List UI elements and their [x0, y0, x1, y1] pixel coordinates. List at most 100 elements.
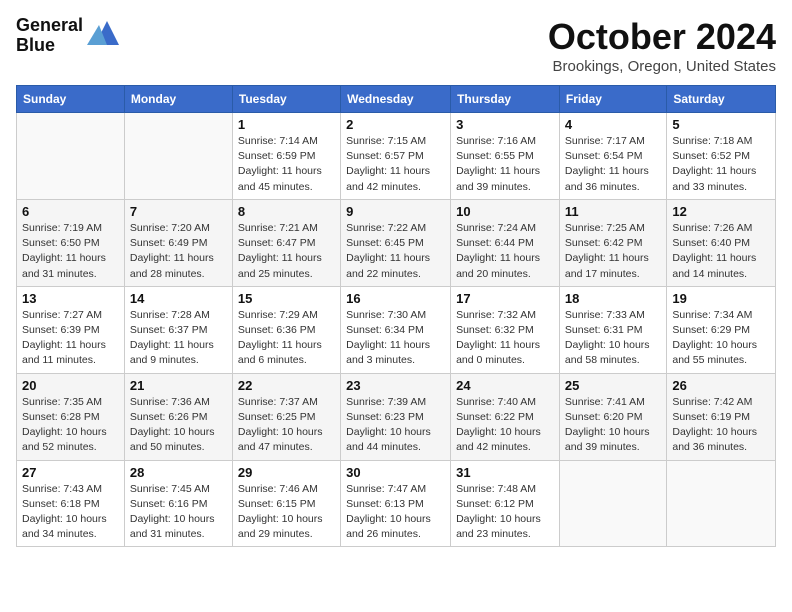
day-info: Sunrise: 7:16 AM Sunset: 6:55 PM Dayligh… [456, 134, 554, 195]
day-cell-6: 6 Sunrise: 7:19 AM Sunset: 6:50 PM Daylig… [17, 199, 125, 286]
day-cell-4: 4 Sunrise: 7:17 AM Sunset: 6:54 PM Daylig… [559, 113, 666, 200]
day-number: 6 [22, 204, 119, 219]
day-info: Sunrise: 7:22 AM Sunset: 6:45 PM Dayligh… [346, 221, 445, 282]
day-number: 14 [130, 291, 227, 306]
day-number: 10 [456, 204, 554, 219]
day-cell-30: 30 Sunrise: 7:47 AM Sunset: 6:13 PM Dayli… [341, 460, 451, 547]
day-number: 30 [346, 465, 445, 480]
day-cell-21: 21 Sunrise: 7:36 AM Sunset: 6:26 PM Dayli… [124, 373, 232, 460]
weekday-header-saturday: Saturday [667, 86, 776, 113]
day-cell-31: 31Sunrise: 7:48 AM Sunset: 6:12 PM Dayli… [451, 460, 560, 547]
empty-cell [17, 113, 125, 200]
weekday-header-friday: Friday [559, 86, 666, 113]
day-info: Sunrise: 7:43 AM Sunset: 6:18 PM Dayligh… [22, 482, 119, 543]
weekday-header-thursday: Thursday [451, 86, 560, 113]
day-info: Sunrise: 7:48 AM Sunset: 6:12 PM Dayligh… [456, 482, 554, 543]
day-number: 27 [22, 465, 119, 480]
day-info: Sunrise: 7:40 AM Sunset: 6:22 PM Dayligh… [456, 395, 554, 456]
day-cell-27: 27 Sunrise: 7:43 AM Sunset: 6:18 PM Dayli… [17, 460, 125, 547]
day-number: 15 [238, 291, 335, 306]
day-info: Sunrise: 7:17 AM Sunset: 6:54 PM Dayligh… [565, 134, 661, 195]
day-number: 22 [238, 378, 335, 393]
day-cell-24: 24 Sunrise: 7:40 AM Sunset: 6:22 PM Dayli… [451, 373, 560, 460]
day-cell-17: 17 Sunrise: 7:32 AM Sunset: 6:32 PM Dayli… [451, 286, 560, 373]
day-cell-16: 16 Sunrise: 7:30 AM Sunset: 6:34 PM Dayli… [341, 286, 451, 373]
title-block: October 2024 Brookings, Oregon, United S… [548, 16, 776, 75]
day-cell-12: 12 Sunrise: 7:26 AM Sunset: 6:40 PM Dayli… [667, 199, 776, 286]
day-cell-19: 19 Sunrise: 7:34 AM Sunset: 6:29 PM Dayli… [667, 286, 776, 373]
day-info: Sunrise: 7:45 AM Sunset: 6:16 PM Dayligh… [130, 482, 227, 543]
day-number: 2 [346, 117, 445, 132]
day-info: Sunrise: 7:21 AM Sunset: 6:47 PM Dayligh… [238, 221, 335, 282]
week-row-3: 13 Sunrise: 7:27 AM Sunset: 6:39 PM Dayli… [17, 286, 776, 373]
day-cell-28: 28Sunrise: 7:45 AM Sunset: 6:16 PM Dayli… [124, 460, 232, 547]
day-cell-5: 5 Sunrise: 7:18 AM Sunset: 6:52 PM Daylig… [667, 113, 776, 200]
day-number: 1 [238, 117, 335, 132]
day-info: Sunrise: 7:26 AM Sunset: 6:40 PM Dayligh… [672, 221, 770, 282]
day-number: 11 [565, 204, 661, 219]
day-cell-11: 11 Sunrise: 7:25 AM Sunset: 6:42 PM Dayli… [559, 199, 666, 286]
day-cell-13: 13 Sunrise: 7:27 AM Sunset: 6:39 PM Dayli… [17, 286, 125, 373]
day-number: 7 [130, 204, 227, 219]
day-info: Sunrise: 7:39 AM Sunset: 6:23 PM Dayligh… [346, 395, 445, 456]
day-cell-7: 7 Sunrise: 7:20 AM Sunset: 6:49 PM Daylig… [124, 199, 232, 286]
day-info: Sunrise: 7:19 AM Sunset: 6:50 PM Dayligh… [22, 221, 119, 282]
day-number: 3 [456, 117, 554, 132]
day-info: Sunrise: 7:36 AM Sunset: 6:26 PM Dayligh… [130, 395, 227, 456]
day-number: 16 [346, 291, 445, 306]
day-number: 13 [22, 291, 119, 306]
day-info: Sunrise: 7:18 AM Sunset: 6:52 PM Dayligh… [672, 134, 770, 195]
day-info: Sunrise: 7:34 AM Sunset: 6:29 PM Dayligh… [672, 308, 770, 369]
day-info: Sunrise: 7:32 AM Sunset: 6:32 PM Dayligh… [456, 308, 554, 369]
day-info: Sunrise: 7:14 AM Sunset: 6:59 PM Dayligh… [238, 134, 335, 195]
day-number: 5 [672, 117, 770, 132]
day-info: Sunrise: 7:47 AM Sunset: 6:13 PM Dayligh… [346, 482, 445, 543]
logo-icon [87, 17, 123, 47]
day-number: 25 [565, 378, 661, 393]
day-info: Sunrise: 7:33 AM Sunset: 6:31 PM Dayligh… [565, 308, 661, 369]
day-cell-23: 23 Sunrise: 7:39 AM Sunset: 6:23 PM Dayli… [341, 373, 451, 460]
day-info: Sunrise: 7:24 AM Sunset: 6:44 PM Dayligh… [456, 221, 554, 282]
day-number: 21 [130, 378, 227, 393]
day-cell-25: 25Sunrise: 7:41 AM Sunset: 6:20 PM Dayli… [559, 373, 666, 460]
day-number: 26 [672, 378, 770, 393]
week-row-5: 27 Sunrise: 7:43 AM Sunset: 6:18 PM Dayli… [17, 460, 776, 547]
day-info: Sunrise: 7:20 AM Sunset: 6:49 PM Dayligh… [130, 221, 227, 282]
month-title: October 2024 [548, 16, 776, 58]
day-number: 17 [456, 291, 554, 306]
logo: General Blue [16, 16, 123, 56]
empty-cell [667, 460, 776, 547]
day-cell-9: 9 Sunrise: 7:22 AM Sunset: 6:45 PM Daylig… [341, 199, 451, 286]
day-cell-22: 22 Sunrise: 7:37 AM Sunset: 6:25 PM Dayli… [232, 373, 340, 460]
day-cell-26: 26 Sunrise: 7:42 AM Sunset: 6:19 PM Dayli… [667, 373, 776, 460]
weekday-header-sunday: Sunday [17, 86, 125, 113]
weekday-header-tuesday: Tuesday [232, 86, 340, 113]
weekday-header-row: SundayMondayTuesdayWednesdayThursdayFrid… [17, 86, 776, 113]
logo-text: General Blue [16, 16, 83, 56]
empty-cell [124, 113, 232, 200]
weekday-header-wednesday: Wednesday [341, 86, 451, 113]
day-cell-2: 2Sunrise: 7:15 AM Sunset: 6:57 PM Daylig… [341, 113, 451, 200]
day-number: 9 [346, 204, 445, 219]
day-cell-1: 1 Sunrise: 7:14 AM Sunset: 6:59 PM Daylig… [232, 113, 340, 200]
day-number: 29 [238, 465, 335, 480]
day-info: Sunrise: 7:25 AM Sunset: 6:42 PM Dayligh… [565, 221, 661, 282]
day-cell-20: 20Sunrise: 7:35 AM Sunset: 6:28 PM Dayli… [17, 373, 125, 460]
day-info: Sunrise: 7:42 AM Sunset: 6:19 PM Dayligh… [672, 395, 770, 456]
page-header: General Blue October 2024 Brookings, Ore… [16, 16, 776, 75]
day-info: Sunrise: 7:35 AM Sunset: 6:28 PM Dayligh… [22, 395, 119, 456]
day-number: 18 [565, 291, 661, 306]
day-info: Sunrise: 7:30 AM Sunset: 6:34 PM Dayligh… [346, 308, 445, 369]
day-info: Sunrise: 7:29 AM Sunset: 6:36 PM Dayligh… [238, 308, 335, 369]
location-subtitle: Brookings, Oregon, United States [548, 58, 776, 75]
week-row-2: 6 Sunrise: 7:19 AM Sunset: 6:50 PM Daylig… [17, 199, 776, 286]
day-number: 23 [346, 378, 445, 393]
day-info: Sunrise: 7:27 AM Sunset: 6:39 PM Dayligh… [22, 308, 119, 369]
day-number: 19 [672, 291, 770, 306]
day-cell-8: 8Sunrise: 7:21 AM Sunset: 6:47 PM Daylig… [232, 199, 340, 286]
day-number: 24 [456, 378, 554, 393]
day-number: 12 [672, 204, 770, 219]
day-number: 4 [565, 117, 661, 132]
day-cell-29: 29Sunrise: 7:46 AM Sunset: 6:15 PM Dayli… [232, 460, 340, 547]
day-info: Sunrise: 7:37 AM Sunset: 6:25 PM Dayligh… [238, 395, 335, 456]
